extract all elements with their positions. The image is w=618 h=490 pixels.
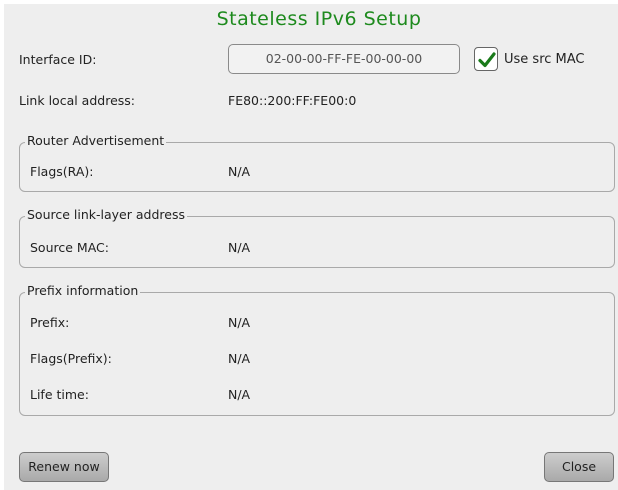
flags-prefix-value: N/A xyxy=(228,351,251,366)
interface-id-label: Interface ID: xyxy=(19,52,97,67)
use-src-mac-checkbox[interactable] xyxy=(474,47,498,71)
flags-ra-value: N/A xyxy=(228,164,251,179)
source-mac-value: N/A xyxy=(228,240,251,255)
renew-now-button[interactable]: Renew now xyxy=(19,452,109,482)
source-link-layer-legend: Source link-layer address xyxy=(25,207,187,222)
router-advertisement-group: Router Advertisement Flags(RA): N/A xyxy=(19,133,615,192)
close-button[interactable]: Close xyxy=(544,452,614,482)
flags-prefix-label: Flags(Prefix): xyxy=(30,351,112,366)
life-time-label: Life time: xyxy=(30,387,89,402)
link-local-label: Link local address: xyxy=(19,93,135,108)
router-advertisement-legend: Router Advertisement xyxy=(25,133,167,148)
life-time-value: N/A xyxy=(228,387,251,402)
title-strip xyxy=(4,0,618,4)
flags-ra-label: Flags(RA): xyxy=(30,164,94,179)
check-icon xyxy=(478,52,496,68)
prefix-label: Prefix: xyxy=(30,315,70,330)
dialog-title: Stateless IPv6 Setup xyxy=(216,8,422,30)
source-mac-label: Source MAC: xyxy=(30,240,109,255)
link-local-value: FE80::200:FF:FE00:0 xyxy=(228,93,357,108)
prefix-value: N/A xyxy=(228,315,251,330)
stateless-ipv6-dialog: Stateless IPv6 Setup ❯ Interface ID: 02-… xyxy=(4,0,618,490)
interface-id-field[interactable]: 02-00-00-FF-FE-00-00-00 xyxy=(228,44,460,74)
prefix-information-group: Prefix information Prefix: N/A Flags(Pre… xyxy=(19,283,615,416)
prefix-information-legend: Prefix information xyxy=(25,283,141,298)
use-src-mac-toggle[interactable]: Use src MAC xyxy=(474,46,585,72)
source-link-layer-group: Source link-layer address Source MAC: N/… xyxy=(19,207,615,268)
use-src-mac-label: Use src MAC xyxy=(504,51,585,67)
